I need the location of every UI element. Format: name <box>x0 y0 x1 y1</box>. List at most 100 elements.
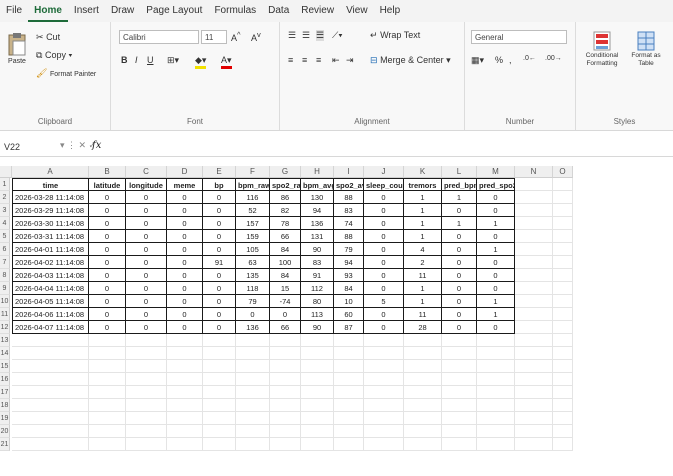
row-header[interactable]: 2 <box>0 191 10 204</box>
empty-cell[interactable] <box>553 191 573 204</box>
menu-view[interactable]: View <box>340 0 374 22</box>
table-cell[interactable]: 0 <box>89 191 126 204</box>
table-cell[interactable]: 0 <box>89 217 126 230</box>
empty-cell[interactable] <box>12 334 89 347</box>
empty-cell[interactable] <box>477 373 515 386</box>
empty-cell[interactable] <box>167 347 203 360</box>
empty-cell[interactable] <box>364 373 404 386</box>
empty-cell[interactable] <box>404 412 442 425</box>
empty-cell[interactable] <box>203 360 236 373</box>
empty-cell[interactable] <box>364 438 404 451</box>
empty-cell[interactable] <box>553 295 573 308</box>
table-cell[interactable]: 28 <box>404 321 442 334</box>
empty-cell[interactable] <box>364 425 404 438</box>
table-cell[interactable]: 0 <box>442 321 477 334</box>
empty-cell[interactable] <box>301 425 334 438</box>
empty-cell[interactable] <box>301 334 334 347</box>
row-header[interactable]: 10 <box>0 295 10 308</box>
table-cell[interactable]: 0 <box>364 217 404 230</box>
table-cell[interactable]: 1 <box>477 243 515 256</box>
table-cell[interactable]: 0 <box>236 308 270 321</box>
table-cell[interactable]: 66 <box>270 230 301 243</box>
empty-cell[interactable] <box>301 399 334 412</box>
empty-cell[interactable] <box>236 347 270 360</box>
table-cell[interactable]: 83 <box>301 256 334 269</box>
table-cell[interactable]: 0 <box>203 295 236 308</box>
empty-cell[interactable] <box>515 204 553 217</box>
empty-cell[interactable] <box>270 425 301 438</box>
table-cell[interactable]: 0 <box>126 269 167 282</box>
select-all-corner[interactable] <box>0 166 12 178</box>
empty-cell[interactable] <box>12 347 89 360</box>
empty-cell[interactable] <box>553 269 573 282</box>
table-cell[interactable]: 130 <box>301 191 334 204</box>
empty-cell[interactable] <box>270 412 301 425</box>
table-cell[interactable]: 0 <box>270 308 301 321</box>
empty-cell[interactable] <box>515 399 553 412</box>
empty-cell[interactable] <box>515 373 553 386</box>
empty-cell[interactable] <box>236 438 270 451</box>
empty-cell[interactable] <box>515 334 553 347</box>
table-header-cell[interactable]: spo2_raw <box>270 178 301 191</box>
table-cell[interactable]: 0 <box>89 230 126 243</box>
table-cell[interactable]: 0 <box>364 308 404 321</box>
empty-cell[interactable] <box>89 334 126 347</box>
table-cell[interactable]: 10 <box>334 295 364 308</box>
cut-button[interactable]: ✂ Cut <box>36 32 60 43</box>
font-grow-icon[interactable]: A^ <box>231 30 241 43</box>
table-cell[interactable]: 0 <box>442 269 477 282</box>
align-bottom-icon[interactable]: ☰ <box>316 30 325 41</box>
table-cell[interactable]: 82 <box>270 204 301 217</box>
empty-cell[interactable] <box>364 334 404 347</box>
empty-cell[interactable] <box>553 308 573 321</box>
table-cell[interactable]: 0 <box>442 204 477 217</box>
table-cell[interactable]: 0 <box>89 282 126 295</box>
column-header-k[interactable]: K <box>404 166 442 178</box>
menu-formulas[interactable]: Formulas <box>208 0 262 22</box>
table-cell[interactable]: 1 <box>404 217 442 230</box>
table-cell[interactable]: 2026-03-31 11:14:08 <box>12 230 89 243</box>
row-header[interactable]: 16 <box>0 373 10 386</box>
bold-icon[interactable]: B <box>121 55 128 65</box>
table-cell[interactable]: 94 <box>334 256 364 269</box>
empty-cell[interactable] <box>167 425 203 438</box>
table-cell[interactable]: 1 <box>404 230 442 243</box>
empty-cell[interactable] <box>553 243 573 256</box>
borders-icon[interactable]: ⊞▾ <box>167 55 179 66</box>
empty-cell[interactable] <box>442 334 477 347</box>
wrap-text-button[interactable]: ↵ Wrap Text <box>370 30 420 41</box>
column-header-c[interactable]: C <box>126 166 167 178</box>
empty-cell[interactable] <box>442 438 477 451</box>
table-cell[interactable]: 131 <box>301 230 334 243</box>
table-header-cell[interactable]: bpm_raw <box>236 178 270 191</box>
table-cell[interactable]: 0 <box>126 308 167 321</box>
table-cell[interactable]: 0 <box>203 217 236 230</box>
table-cell[interactable]: 0 <box>167 204 203 217</box>
table-cell[interactable]: 0 <box>442 243 477 256</box>
row-header[interactable]: 21 <box>0 438 10 451</box>
name-box[interactable]: V22 <box>4 140 54 154</box>
table-cell[interactable]: 116 <box>236 191 270 204</box>
empty-cell[interactable] <box>404 399 442 412</box>
empty-cell[interactable] <box>364 399 404 412</box>
table-cell[interactable]: 0 <box>89 256 126 269</box>
empty-cell[interactable] <box>270 386 301 399</box>
table-cell[interactable]: 0 <box>167 282 203 295</box>
table-cell[interactable]: 1 <box>404 191 442 204</box>
table-cell[interactable]: 84 <box>270 243 301 256</box>
table-cell[interactable]: 112 <box>301 282 334 295</box>
font-size-select[interactable]: 11 <box>201 30 227 44</box>
table-cell[interactable]: 1 <box>477 308 515 321</box>
table-cell[interactable]: 0 <box>89 269 126 282</box>
table-cell[interactable]: 86 <box>270 191 301 204</box>
empty-cell[interactable] <box>236 412 270 425</box>
conditional-formatting-button[interactable]: Conditional Formatting <box>582 30 622 68</box>
table-cell[interactable]: 2026-04-07 11:14:08 <box>12 321 89 334</box>
row-header[interactable]: 14 <box>0 347 10 360</box>
row-header[interactable]: 19 <box>0 412 10 425</box>
empty-cell[interactable] <box>442 412 477 425</box>
row-header[interactable]: 9 <box>0 282 10 295</box>
column-header-i[interactable]: I <box>334 166 364 178</box>
fill-color-icon[interactable]: ◆▾ <box>195 55 207 69</box>
font-shrink-icon[interactable]: Av <box>251 30 261 43</box>
